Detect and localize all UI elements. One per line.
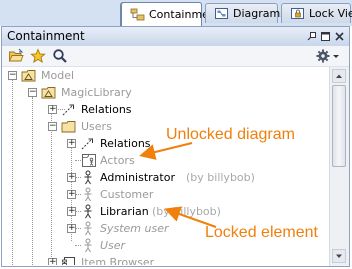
- callout-arrows: [139, 142, 217, 228]
- callout-arrow-locked: [164, 206, 217, 228]
- callout-arrow-unlocked: [139, 142, 193, 160]
